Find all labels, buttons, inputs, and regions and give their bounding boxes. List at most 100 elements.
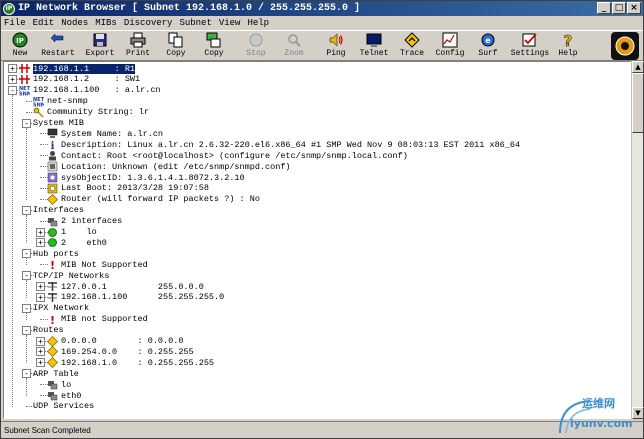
- tree-node[interactable]: - Hub ports: [22, 248, 79, 259]
- new-label: New: [12, 49, 28, 58]
- scroll-up-arrow-icon[interactable]: ▲: [632, 61, 644, 73]
- tree-node[interactable]: +0.0.0.0 : 0.0.0.0: [36, 335, 183, 347]
- export-button[interactable]: Export: [81, 31, 119, 61]
- menu-nodes[interactable]: Nodes: [61, 18, 88, 28]
- copy-green-button[interactable]: Copy: [195, 31, 233, 61]
- tree-node[interactable]: +127.0.0.1 255.0.0.0: [36, 281, 204, 292]
- collapse-minus-icon[interactable]: -: [22, 271, 31, 281]
- menu-file[interactable]: File: [4, 18, 26, 28]
- tree-guide-line: [26, 378, 27, 396]
- scroll-thumb[interactable]: [632, 73, 644, 133]
- tree-node[interactable]: +192.168.1.0 : 0.255.255.255: [36, 357, 214, 369]
- tree-guide-line: [26, 312, 27, 320]
- expand-plus-icon[interactable]: +: [36, 358, 45, 368]
- tree-node[interactable]: - Interfaces: [22, 205, 84, 216]
- collapse-minus-icon[interactable]: -: [22, 205, 31, 215]
- tree-guide-line: [26, 214, 27, 244]
- tree-node[interactable]: 2 interfaces: [36, 216, 122, 227]
- expand-plus-icon[interactable]: +: [36, 238, 45, 248]
- tree-guide-line: [12, 94, 13, 407]
- menu-subnet[interactable]: Subnet: [179, 18, 211, 28]
- tree-node[interactable]: Contact: Root <root@localhost> (configur…: [36, 150, 408, 161]
- menu-discovery[interactable]: Discovery: [124, 18, 173, 28]
- expand-plus-icon[interactable]: +: [8, 74, 17, 84]
- copy-button[interactable]: Copy: [157, 31, 195, 61]
- tree-node[interactable]: Community String: lr: [22, 107, 149, 118]
- tree-node[interactable]: -NETSNMP192.168.1.100 : a.lr.cn: [8, 85, 161, 96]
- node-tree[interactable]: +192.168.1.1 : R1 +192.168.1.2 : SW1- NET S…: [3, 61, 631, 419]
- tree-node[interactable]: Last Boot: 2013/3/28 19:07:58: [36, 183, 209, 194]
- tree-node[interactable]: - Routes: [22, 325, 64, 336]
- help-button[interactable]: ? Help: [549, 31, 587, 61]
- expand-plus-icon[interactable]: +: [36, 336, 45, 346]
- tree-node[interactable]: - TCP/IP Networks: [22, 270, 110, 281]
- tree-node[interactable]: +169.254.0.0 : 0.255.255: [36, 346, 194, 358]
- tree-node[interactable]: System Name: a.lr.cn: [36, 128, 163, 139]
- menu-mibs[interactable]: MIBs: [95, 18, 117, 28]
- tree-node[interactable]: sysObjectID: 1.3.6.1.4.1.8072.3.2.10: [36, 172, 245, 183]
- tree-node-label: 192.168.1.1 : R1: [33, 63, 136, 74]
- title-bar[interactable]: IP IP Network Browser [ Subnet 192.168.1…: [1, 1, 643, 16]
- surf-button[interactable]: e Surf: [469, 31, 507, 61]
- menu-help[interactable]: Help: [247, 18, 269, 28]
- menu-edit[interactable]: Edit: [33, 18, 55, 28]
- net-snmp-icon: NETSNMP: [33, 96, 44, 107]
- tree-node[interactable]: Location: Unknown (edit /etc/snmp/snmpd.…: [36, 161, 291, 172]
- tree-node[interactable]: +192.168.1.2 : SW1: [8, 74, 140, 85]
- zoom-button[interactable]: Zoom: [275, 31, 313, 61]
- tree-node[interactable]: +2 eth0: [36, 237, 107, 248]
- close-button[interactable]: ×: [627, 2, 641, 14]
- settings-button[interactable]: Settings: [511, 31, 549, 61]
- svg-text:!: !: [50, 314, 55, 325]
- tree-node[interactable]: +192.168.1.100 255.255.255.0: [36, 292, 224, 303]
- tree-node[interactable]: ! MIB Not Supported: [36, 259, 148, 270]
- tree-node[interactable]: UDP Services: [22, 401, 94, 412]
- stop-button[interactable]: Stop: [237, 31, 275, 61]
- tree-node[interactable]: +1 lo: [36, 227, 97, 238]
- tree-node-label: IPX Network: [33, 303, 90, 314]
- minimize-button[interactable]: _: [597, 2, 611, 14]
- vertical-scrollbar[interactable]: ▲ ▼: [631, 61, 644, 419]
- tree-node[interactable]: +192.168.1.1 : R1: [8, 63, 136, 74]
- tree-node[interactable]: i Description: Linux a.lr.cn 2.6.32-220.e…: [36, 139, 520, 151]
- config-button[interactable]: Config: [431, 31, 469, 61]
- menu-view[interactable]: View: [219, 18, 241, 28]
- restart-button[interactable]: Restart: [39, 31, 77, 61]
- collapse-minus-icon[interactable]: -: [22, 249, 31, 259]
- tree-node[interactable]: - System MIB: [22, 118, 84, 129]
- tree-node[interactable]: eth0: [36, 390, 81, 401]
- app-window: IP IP Network Browser [ Subnet 192.168.1…: [0, 0, 644, 439]
- tree-node-label: Contact: Root <root@localhost> (configur…: [61, 150, 408, 161]
- network-interfaces-icon: [47, 390, 58, 401]
- collapse-minus-icon[interactable]: -: [22, 303, 31, 313]
- tree-node-label: 192.168.1.100 255.255.255.0: [61, 292, 225, 303]
- collapse-minus-icon[interactable]: -: [22, 369, 31, 379]
- expand-plus-icon[interactable]: +: [8, 64, 17, 73]
- expand-plus-icon[interactable]: +: [36, 227, 45, 237]
- tree-node[interactable]: - IPX Network: [22, 303, 89, 314]
- expand-plus-icon[interactable]: +: [36, 347, 45, 357]
- maximize-button[interactable]: □: [612, 2, 626, 14]
- router-icon: [19, 74, 30, 85]
- collapse-minus-icon[interactable]: -: [22, 325, 31, 335]
- watermark-logo: 运维网 iyunv.com: [542, 393, 637, 437]
- tree-node[interactable]: lo: [36, 379, 71, 390]
- info-icon: i: [47, 139, 58, 150]
- telnet-button[interactable]: Telnet: [355, 31, 393, 61]
- collapse-minus-icon[interactable]: -: [22, 118, 31, 128]
- svg-text:i: i: [51, 141, 55, 150]
- tree-node[interactable]: NETSNMPnet-snmp: [22, 96, 88, 107]
- tree-node[interactable]: ! MIB not Supported: [36, 314, 148, 325]
- zoom-icon: [286, 32, 302, 48]
- collapse-minus-icon[interactable]: -: [8, 85, 17, 95]
- new-button[interactable]: IP New: [1, 31, 39, 61]
- print-button[interactable]: Print: [119, 31, 157, 61]
- tree-node[interactable]: Router (will forward IP packets ?) : No: [36, 193, 260, 205]
- tree-node[interactable]: - ARP Table: [22, 368, 79, 379]
- expand-plus-icon[interactable]: +: [36, 282, 45, 291]
- expand-plus-icon[interactable]: +: [36, 292, 45, 302]
- contact-person-icon: [47, 150, 58, 161]
- trace-button[interactable]: Trace: [393, 31, 431, 61]
- help-label: Help: [558, 49, 578, 58]
- ping-button[interactable]: Ping: [317, 31, 355, 61]
